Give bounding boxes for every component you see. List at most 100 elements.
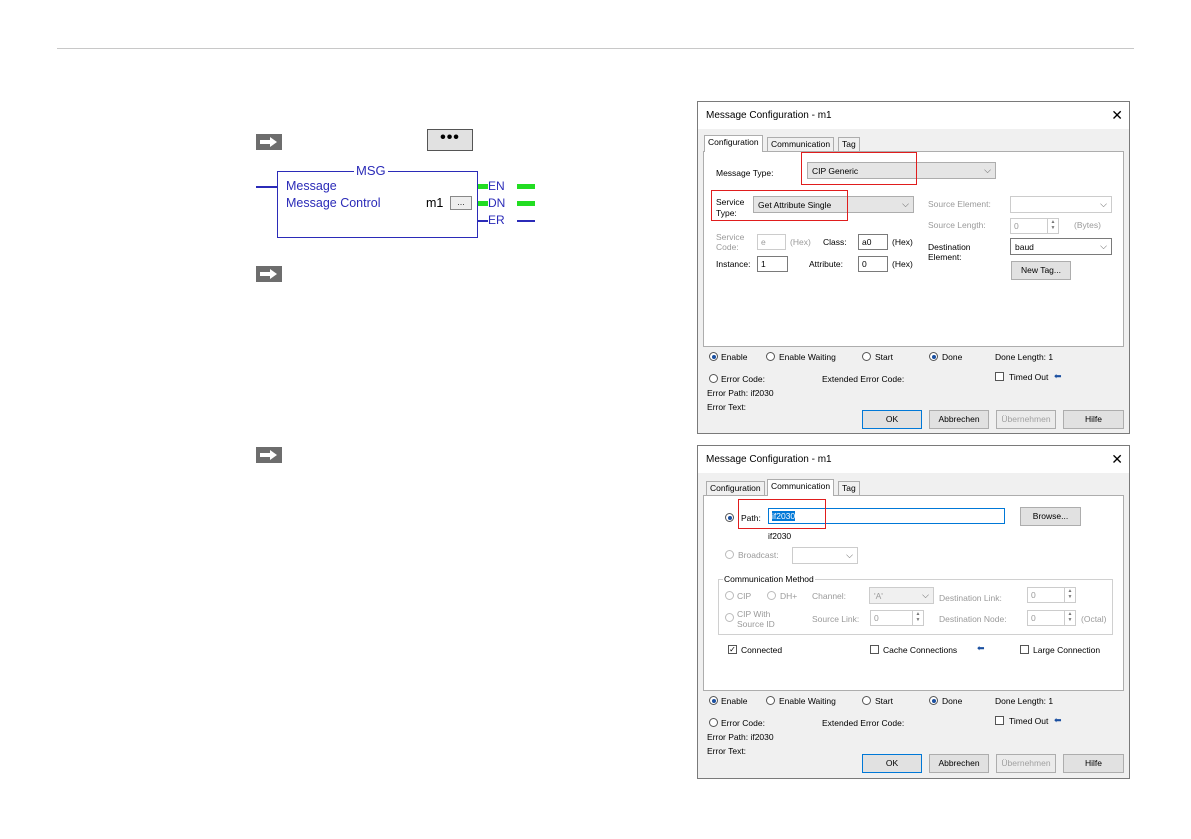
destination-link-label: Destination Link: xyxy=(939,593,1002,603)
communication-method-label: Communication Method xyxy=(723,574,815,584)
message-type-label: Message Type: xyxy=(716,168,774,178)
destination-node-value: 0 xyxy=(1031,613,1036,623)
help-button[interactable]: Hilfe xyxy=(1063,410,1124,429)
cip-radio[interactable] xyxy=(725,591,734,600)
large-connection-checkbox[interactable] xyxy=(1020,645,1029,654)
cancel-button[interactable]: Abbrechen xyxy=(929,754,989,773)
browse-button[interactable]: Browse... xyxy=(1020,507,1081,526)
right-arrow-icon xyxy=(256,447,282,463)
tab-configuration[interactable]: Configuration xyxy=(704,135,763,152)
source-element-select[interactable]: ⌵ xyxy=(1010,196,1112,213)
start-indicator xyxy=(862,696,871,705)
dialog-title: Message Configuration - m1 xyxy=(706,454,832,465)
ok-button[interactable]: OK xyxy=(862,754,922,773)
channel-label: Channel: xyxy=(812,591,847,601)
spinner-icon[interactable]: ▲ ▼ xyxy=(1064,588,1075,602)
left-arrow-icon: ⬅ xyxy=(977,643,985,653)
source-length-input[interactable]: 0 ▲ ▼ xyxy=(1010,218,1059,234)
destination-link-input[interactable]: 0 ▲ ▼ xyxy=(1027,587,1076,603)
broadcast-select[interactable]: ⌵ xyxy=(792,547,858,564)
output-er: ER xyxy=(488,213,505,227)
cip-source-radio[interactable] xyxy=(725,613,734,622)
source-length-label: Source Length: xyxy=(928,220,986,230)
source-link-value: 0 xyxy=(874,613,879,623)
tab-configuration[interactable]: Configuration xyxy=(706,481,765,495)
wire xyxy=(517,220,535,222)
destination-element-value: baud xyxy=(1015,242,1034,252)
service-code-label-1: Service xyxy=(716,232,745,242)
header-rule xyxy=(57,48,1134,49)
apply-button[interactable]: Übernehmen xyxy=(996,410,1056,429)
page: ••• MSG Message Message Control m1 ... E… xyxy=(0,0,1191,839)
msg-config-button[interactable]: ... xyxy=(450,196,472,210)
spinner-icon[interactable]: ▲ ▼ xyxy=(1064,611,1075,625)
timed-out-label: Timed Out xyxy=(1009,372,1049,382)
ladder-rail-in xyxy=(256,186,278,188)
error-path: Error Path: if2030 xyxy=(707,732,774,742)
hex-label: (Hex) xyxy=(892,237,913,247)
spinner-icon[interactable]: ▲ ▼ xyxy=(912,611,923,625)
channel-select[interactable]: 'A' ⌵ xyxy=(869,587,934,604)
cip-source-label-1: CIP With xyxy=(737,609,771,619)
help-button[interactable]: Hilfe xyxy=(1063,754,1124,773)
start-label: Start xyxy=(875,352,893,362)
apply-button[interactable]: Übernehmen xyxy=(996,754,1056,773)
done-length: Done Length: 1 xyxy=(995,696,1054,706)
path-radio[interactable] xyxy=(725,513,734,522)
destination-element-select[interactable]: baud ⌵ xyxy=(1010,238,1112,255)
timed-out-checkbox[interactable] xyxy=(995,372,1004,381)
class-input[interactable]: a0 xyxy=(858,234,888,250)
source-element-label: Source Element: xyxy=(928,199,991,209)
destination-label-2: Element: xyxy=(928,252,962,262)
octal-label: (Octal) xyxy=(1081,614,1107,624)
chevron-down-icon: ⌵ xyxy=(902,199,909,209)
enable-waiting-label: Enable Waiting xyxy=(779,352,836,362)
enable-label: Enable xyxy=(721,352,748,362)
tab-communication[interactable]: Communication xyxy=(767,137,835,151)
instance-input[interactable]: 1 xyxy=(757,256,788,272)
msg-row-message: Message xyxy=(286,179,337,193)
spinner-icon[interactable]: ▲ ▼ xyxy=(1047,219,1058,233)
new-tag-button[interactable]: New Tag... xyxy=(1011,261,1071,280)
highlight-path xyxy=(738,499,826,529)
close-icon[interactable]: ✕ xyxy=(1111,451,1123,468)
configuration-panel: Message Type: CIP Generic ⌵ Service Type… xyxy=(703,151,1124,347)
destination-link-value: 0 xyxy=(1031,590,1036,600)
channel-value: 'A' xyxy=(874,591,883,601)
destination-node-input[interactable]: 0 ▲ ▼ xyxy=(1027,610,1076,626)
highlight-service-type xyxy=(711,190,848,221)
attribute-input[interactable]: 0 xyxy=(858,256,888,272)
source-link-input[interactable]: 0 ▲ ▼ xyxy=(870,610,924,626)
tab-tag[interactable]: Tag xyxy=(838,481,860,495)
error-code-label: Error Code: xyxy=(721,374,765,384)
msg-title: MSG xyxy=(354,163,388,178)
start-label: Start xyxy=(875,696,893,706)
broadcast-label: Broadcast: xyxy=(738,550,779,560)
wire-energized xyxy=(517,184,535,189)
source-length-value: 0 xyxy=(1014,221,1019,231)
left-arrow-icon: ⬅ xyxy=(1054,371,1062,381)
timed-out-checkbox[interactable] xyxy=(995,716,1004,725)
cache-connections-checkbox[interactable] xyxy=(870,645,879,654)
cip-label: CIP xyxy=(737,591,752,601)
large-connection-label: Large Connection xyxy=(1033,645,1101,655)
connected-checkbox[interactable]: ✓ xyxy=(728,645,737,654)
chevron-down-icon: ⌵ xyxy=(1100,199,1107,209)
path-resolved: if2030 xyxy=(768,531,792,541)
chevron-down-icon: ⌵ xyxy=(846,550,853,560)
tab-tag[interactable]: Tag xyxy=(838,137,860,151)
communication-panel: Path: if2030 Browse... if2030 Broadcast:… xyxy=(703,495,1124,691)
error-path: Error Path: if2030 xyxy=(707,388,774,398)
tab-communication[interactable]: Communication xyxy=(767,479,835,496)
ellipsis-button[interactable]: ••• xyxy=(427,129,473,151)
cache-connections-label: Cache Connections xyxy=(883,645,958,655)
ok-button[interactable]: OK xyxy=(862,410,922,429)
cancel-button[interactable]: Abbrechen xyxy=(929,410,989,429)
right-arrow-icon xyxy=(256,134,282,150)
service-code-input[interactable]: e xyxy=(757,234,786,250)
broadcast-radio[interactable] xyxy=(725,550,734,559)
wire-energized xyxy=(478,184,488,189)
chevron-down-icon: ⌵ xyxy=(922,590,929,600)
close-icon[interactable]: ✕ xyxy=(1111,107,1123,124)
dh-radio[interactable] xyxy=(767,591,776,600)
